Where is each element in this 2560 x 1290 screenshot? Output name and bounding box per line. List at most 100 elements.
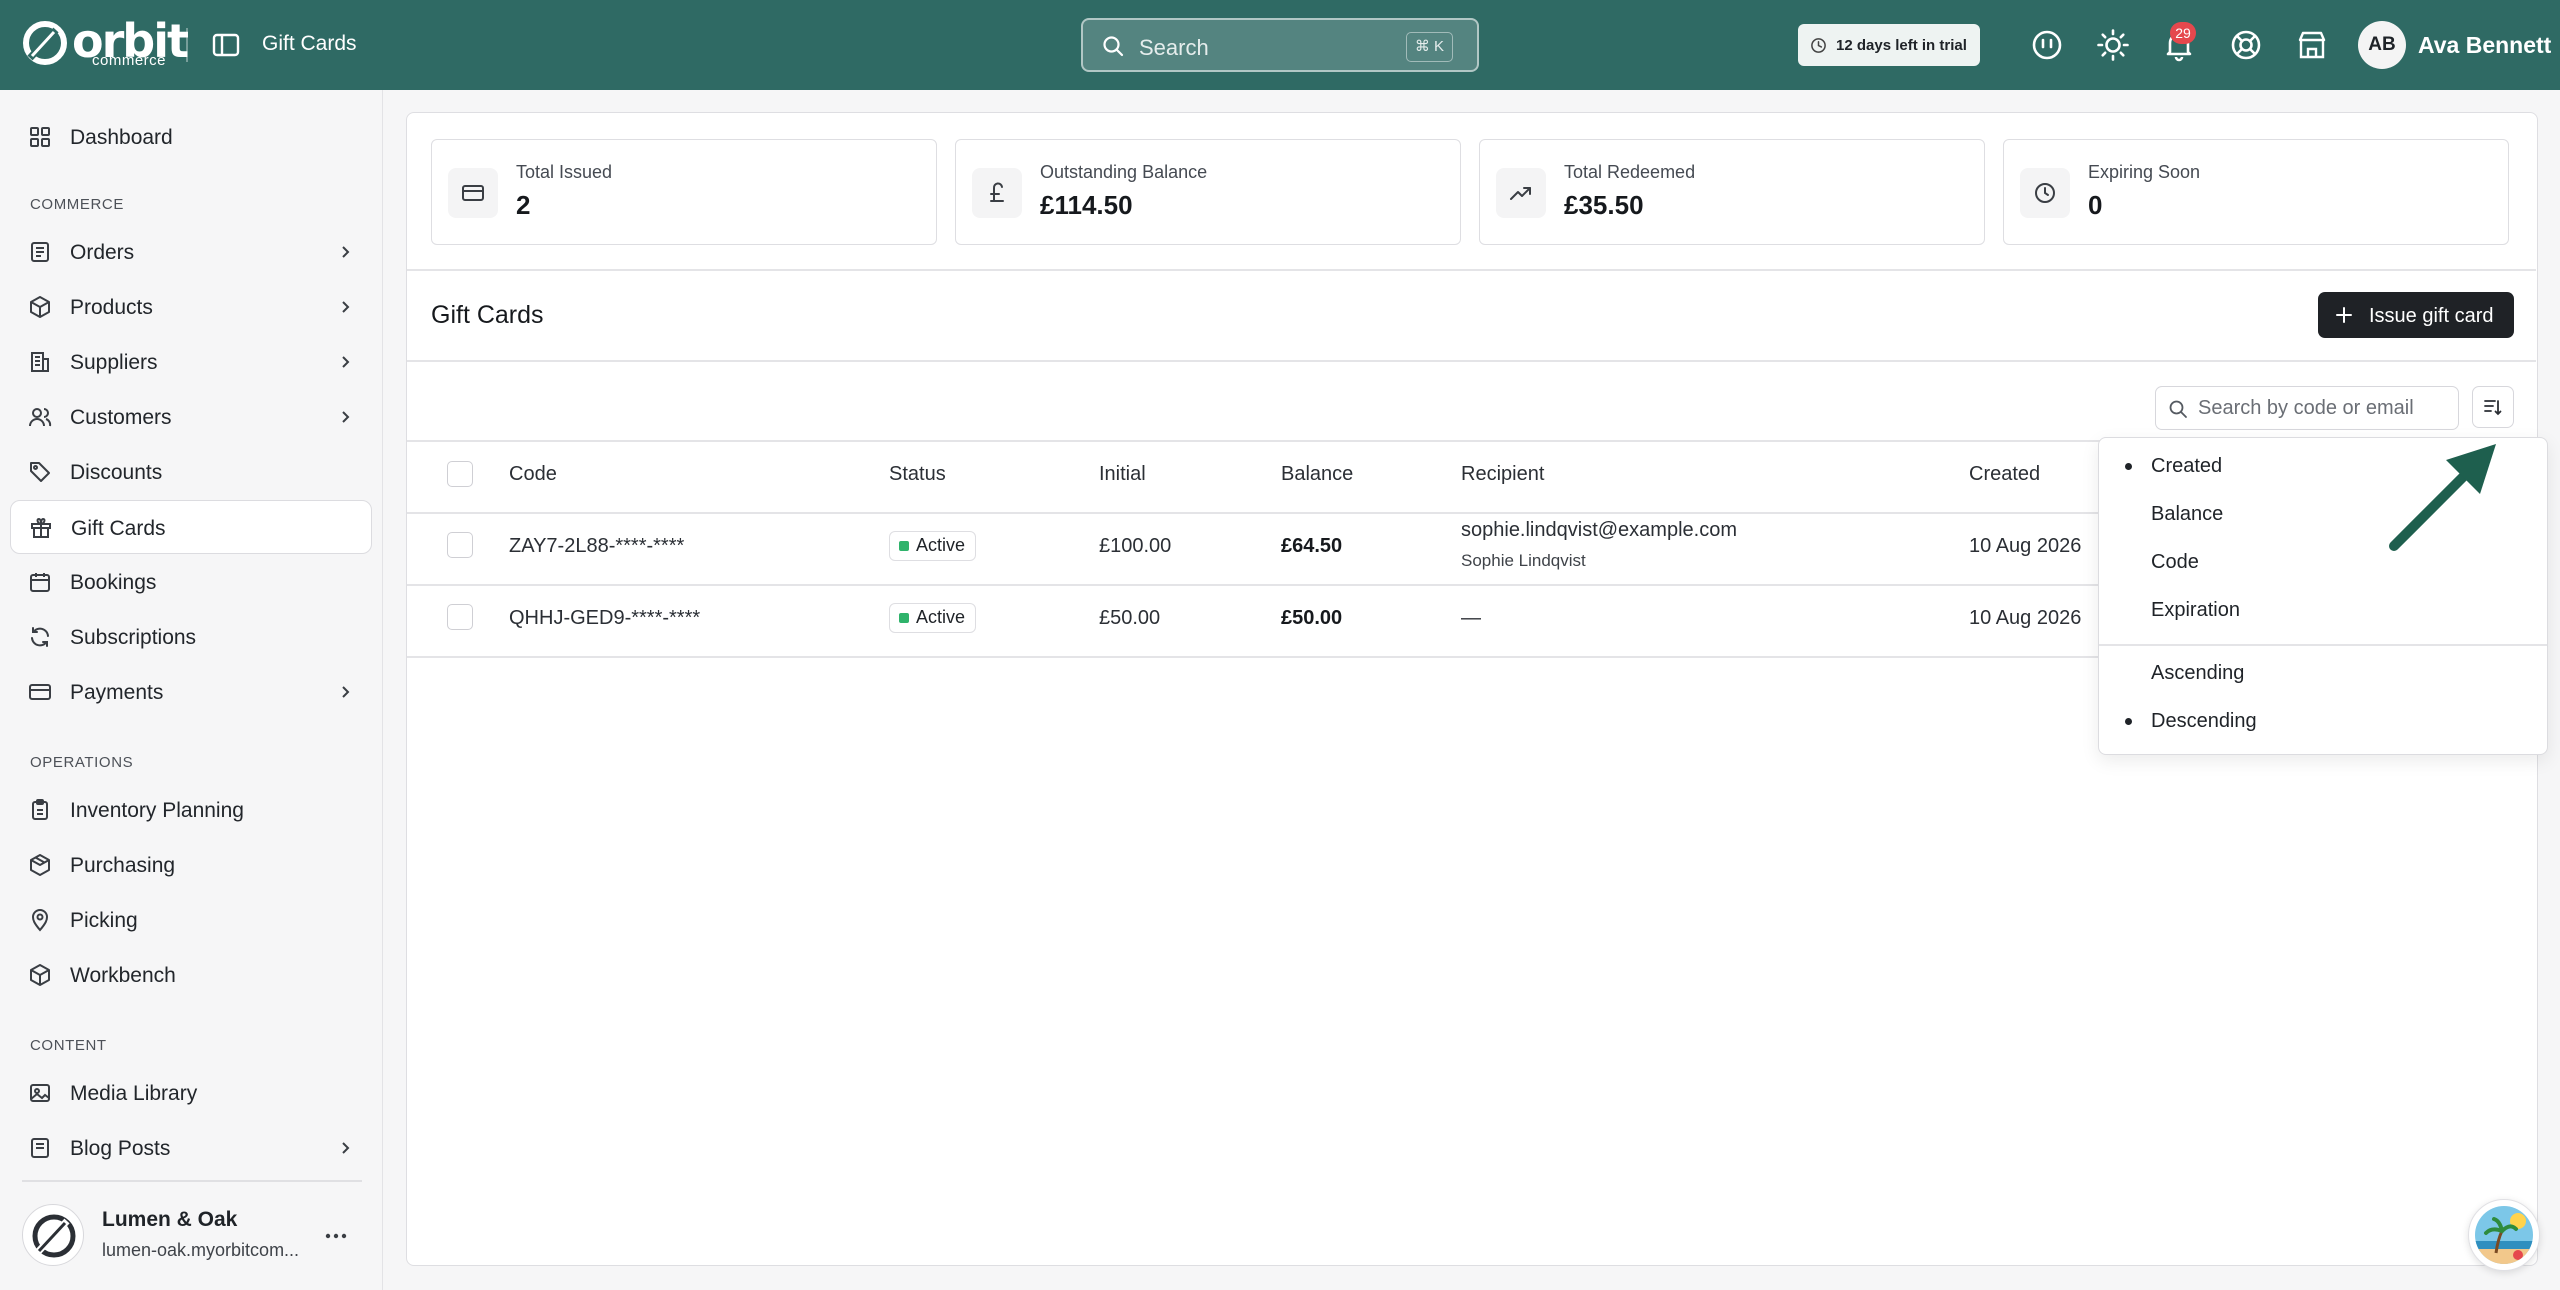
- sun-icon[interactable]: [2096, 28, 2130, 62]
- sidebar-item-customers[interactable]: Customers: [10, 390, 372, 444]
- chevron-right-icon: [342, 301, 350, 313]
- sort-order-ascending[interactable]: Ascending: [2099, 651, 2547, 695]
- credit-card-icon: [29, 684, 51, 700]
- sidebar-item-products[interactable]: Products: [10, 280, 372, 334]
- status-dot: [899, 613, 909, 623]
- feedback-icon[interactable]: [2030, 28, 2064, 62]
- sort-button[interactable]: [2472, 386, 2514, 428]
- sidebar-toggle-icon[interactable]: [210, 29, 242, 61]
- page-breadcrumb: Gift Cards: [262, 32, 357, 55]
- stat-value: 0: [2088, 190, 2103, 220]
- sidebar-divider: [22, 1180, 362, 1182]
- store-domain: lumen-oak.myorbitcom...: [102, 1240, 300, 1260]
- calendar-icon: [30, 573, 50, 592]
- divider: [407, 360, 2536, 362]
- initial-amount: £100.00: [1099, 535, 1172, 557]
- brand-logo[interactable]: orbit commerce: [22, 14, 189, 70]
- select-all-checkbox[interactable]: [447, 461, 473, 487]
- subscriptions-refresh-icon: [31, 627, 49, 647]
- sidebar-item-label: Bookings: [70, 571, 157, 594]
- trial-text: 12 days left in trial: [1836, 37, 1967, 54]
- sidebar-item-bookings[interactable]: Bookings: [10, 555, 372, 609]
- divider: [407, 269, 2536, 271]
- row-checkbox[interactable]: [447, 532, 473, 558]
- clipboard-icon: [32, 799, 48, 820]
- gift-icon: [31, 517, 51, 538]
- sidebar-item-dashboard[interactable]: Dashboard: [10, 110, 372, 164]
- sidebar-item-gift-cards[interactable]: Gift Cards: [10, 500, 372, 554]
- more-horizontal-icon[interactable]: [322, 1222, 350, 1250]
- column-header-status[interactable]: Status: [889, 463, 946, 486]
- column-header-created[interactable]: Created: [1969, 463, 2040, 486]
- sidebar-item-media-library[interactable]: Media Library: [10, 1066, 372, 1120]
- sidebar-item-orders[interactable]: Orders: [10, 225, 372, 279]
- sidebar-item-payments[interactable]: Payments: [10, 665, 372, 719]
- workbench-box-icon: [30, 964, 50, 986]
- user-avatar[interactable]: AB: [2358, 21, 2406, 69]
- issue-gift-card-button[interactable]: Issue gift card: [2318, 292, 2514, 338]
- assistant-launcher[interactable]: [2468, 1199, 2540, 1271]
- search-shortcut: ⌘ K: [1405, 32, 1453, 62]
- sidebar-item-workbench[interactable]: Workbench: [10, 948, 372, 1002]
- selected-bullet: [2125, 463, 2132, 470]
- user-name[interactable]: Ava Bennett: [2418, 32, 2551, 59]
- products-box-icon: [30, 296, 50, 318]
- sort-order-label: Descending: [2151, 710, 2257, 732]
- sort-option-expiration[interactable]: Expiration: [2099, 588, 2547, 632]
- gift-card-code[interactable]: ZAY7-2L88-****-****: [509, 535, 684, 558]
- store-name[interactable]: Lumen & Oak: [102, 1208, 237, 1232]
- chevron-right-icon: [342, 411, 350, 423]
- sidebar-item-label: Picking: [70, 909, 138, 932]
- section-heading-content: CONTENT: [30, 1037, 107, 1054]
- sidebar-item-purchasing[interactable]: Purchasing: [10, 838, 372, 892]
- card-icon: [462, 185, 484, 201]
- sidebar-item-suppliers[interactable]: Suppliers: [10, 335, 372, 389]
- sort-order-descending[interactable]: Descending: [2099, 699, 2547, 743]
- sidebar-item-blog-posts[interactable]: Blog Posts: [10, 1121, 372, 1175]
- stat-value: £114.50: [1040, 190, 1133, 220]
- search-icon: [2169, 400, 2187, 418]
- column-header-recipient[interactable]: Recipient: [1461, 463, 1544, 486]
- chevron-right-icon: [342, 356, 350, 368]
- sidebar-item-subscriptions[interactable]: Subscriptions: [10, 610, 372, 664]
- storefront-icon[interactable]: [2295, 28, 2329, 62]
- search-input[interactable]: [2198, 394, 2448, 422]
- column-header-balance[interactable]: Balance: [1281, 463, 1353, 486]
- menu-separator: [2099, 644, 2547, 646]
- table-search-field[interactable]: [2155, 386, 2459, 430]
- store-logo[interactable]: [22, 1204, 84, 1266]
- balance-amount: £50.00: [1281, 607, 1343, 629]
- clock-icon: [1811, 38, 1826, 53]
- global-search-input[interactable]: Search ⌘ K: [1081, 18, 1479, 72]
- sidebar-item-label: Payments: [70, 681, 164, 704]
- sidebar-item-discounts[interactable]: Discounts: [10, 445, 372, 499]
- created-date: 10 Aug 2026: [1969, 607, 2082, 629]
- sidebar-item-label: Orders: [70, 241, 135, 264]
- status-dot: [899, 541, 909, 551]
- sidebar-item-label: Media Library: [70, 1082, 198, 1105]
- page-title: Gift Cards: [431, 301, 544, 329]
- trial-badge[interactable]: 12 days left in trial: [1798, 24, 1980, 66]
- stat-icon-container: [448, 168, 498, 218]
- sidebar-item-label: Gift Cards: [71, 517, 166, 540]
- notification-count-badge: 29: [2170, 22, 2196, 44]
- sort-option-label: Expiration: [2151, 599, 2240, 621]
- stat-card-total-issued: Total Issued 2: [431, 139, 937, 245]
- chevron-right-icon: [342, 1142, 350, 1154]
- column-header-code[interactable]: Code: [509, 463, 557, 486]
- row-checkbox[interactable]: [447, 604, 473, 630]
- map-pin-icon: [31, 909, 49, 932]
- topbar-divider: [186, 28, 188, 62]
- stat-icon-container: [2020, 168, 2070, 218]
- sidebar-item-inventory-planning[interactable]: Inventory Planning: [10, 783, 372, 837]
- sidebar-item-label: Inventory Planning: [70, 799, 244, 822]
- help-lifebuoy-icon[interactable]: [2229, 28, 2263, 62]
- column-header-initial[interactable]: Initial: [1099, 463, 1146, 486]
- stat-label: Expiring Soon: [2088, 162, 2201, 182]
- gift-card-code[interactable]: QHHJ-GED9-****-****: [509, 607, 700, 630]
- sidebar-item-picking[interactable]: Picking: [10, 893, 372, 947]
- status-badge: Active: [889, 603, 977, 633]
- top-bar: orbit commerce Gift Cards Search ⌘ K 12 …: [0, 0, 2560, 90]
- pointer-arrow-icon: [2389, 444, 2496, 551]
- store-logo-icon: [32, 1214, 76, 1258]
